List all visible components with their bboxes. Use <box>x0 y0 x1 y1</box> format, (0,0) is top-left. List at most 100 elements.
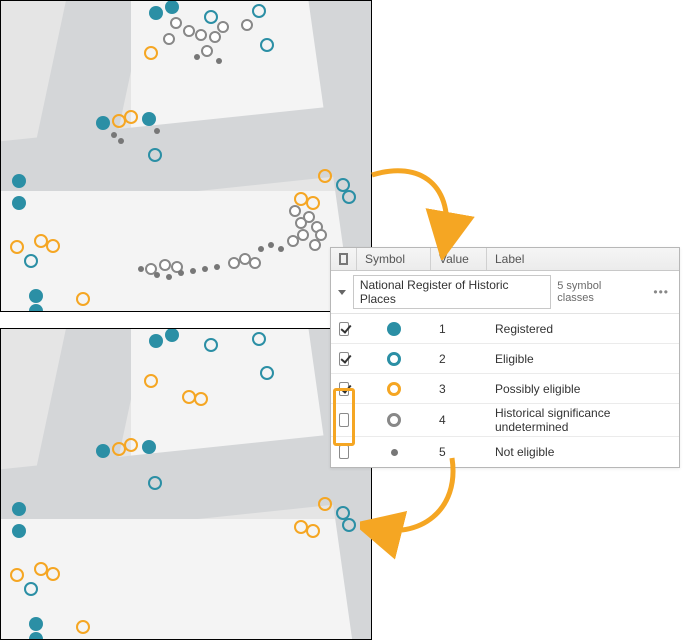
point-undetermined <box>170 17 182 29</box>
point-eligible <box>342 190 356 204</box>
symbol-class-row[interactable]: 4 Historical significance undetermined <box>331 404 679 437</box>
more-options-icon[interactable]: ••• <box>649 285 673 299</box>
map-after[interactable] <box>0 328 372 640</box>
point-undetermined <box>287 235 299 247</box>
header-value[interactable]: Value <box>431 248 487 270</box>
point-possibly-eligible <box>76 620 90 634</box>
point-undetermined <box>209 31 221 43</box>
value-cell[interactable]: 5 <box>431 445 487 459</box>
point-possibly-eligible <box>46 567 60 581</box>
point-registered <box>12 524 26 538</box>
point-not-eligible <box>178 270 184 276</box>
symbol-class-row[interactable]: 2 Eligible <box>331 344 679 374</box>
point-possibly-eligible <box>76 292 90 306</box>
point-possibly-eligible <box>318 169 332 183</box>
point-registered <box>29 304 43 312</box>
point-not-eligible <box>278 246 284 252</box>
label-cell[interactable]: Eligible <box>487 352 679 366</box>
point-possibly-eligible <box>144 46 158 60</box>
point-possibly-eligible <box>10 568 24 582</box>
symbol-class-row[interactable]: 3 Possibly eligible <box>331 374 679 404</box>
point-registered <box>149 6 163 20</box>
point-possibly-eligible <box>306 196 320 210</box>
value-cell[interactable]: 4 <box>431 413 487 427</box>
layer-name-input[interactable]: National Register of Historic Places <box>353 275 551 309</box>
point-registered <box>96 444 110 458</box>
point-undetermined <box>195 29 207 41</box>
point-eligible <box>24 254 38 268</box>
point-not-eligible <box>190 268 196 274</box>
point-possibly-eligible <box>194 392 208 406</box>
point-registered <box>12 502 26 516</box>
point-not-eligible <box>268 242 274 248</box>
point-possibly-eligible <box>46 239 60 253</box>
point-undetermined <box>183 25 195 37</box>
label-cell[interactable]: Registered <box>487 322 679 336</box>
point-undetermined <box>217 21 229 33</box>
point-eligible <box>260 38 274 52</box>
basemap <box>1 1 371 311</box>
visibility-checkbox[interactable] <box>339 352 349 366</box>
point-registered <box>29 289 43 303</box>
arrow-top-to-panel <box>360 150 480 260</box>
point-registered <box>96 116 110 130</box>
point-registered <box>165 0 179 14</box>
layer-title-row: National Register of Historic Places 5 s… <box>331 271 679 314</box>
point-eligible <box>252 4 266 18</box>
point-not-eligible <box>216 58 222 64</box>
header-label[interactable]: Label <box>487 248 679 270</box>
point-undetermined <box>249 257 261 269</box>
point-undetermined <box>163 33 175 45</box>
symbol-swatch-possibly-eligible[interactable] <box>387 382 401 396</box>
visibility-checkbox[interactable] <box>339 445 349 459</box>
point-not-eligible <box>202 266 208 272</box>
map-before[interactable] <box>0 0 372 312</box>
header-visibility[interactable] <box>331 248 357 270</box>
point-possibly-eligible <box>34 234 48 248</box>
point-registered <box>29 632 43 640</box>
visibility-checkbox[interactable] <box>339 322 349 336</box>
visibility-checkbox[interactable] <box>339 382 349 396</box>
point-registered <box>142 440 156 454</box>
point-eligible <box>148 476 162 490</box>
point-eligible <box>204 338 218 352</box>
panel-column-header: Symbol Value Label <box>331 248 679 271</box>
point-possibly-eligible <box>34 562 48 576</box>
point-not-eligible <box>166 274 172 280</box>
point-eligible <box>24 582 38 596</box>
point-not-eligible <box>111 132 117 138</box>
label-cell[interactable]: Possibly eligible <box>487 382 679 396</box>
point-not-eligible <box>118 138 124 144</box>
point-not-eligible <box>194 54 200 60</box>
point-registered <box>12 174 26 188</box>
label-cell[interactable]: Historical significance undetermined <box>487 406 679 434</box>
symbol-swatch-undetermined[interactable] <box>387 413 401 427</box>
point-possibly-eligible <box>10 240 24 254</box>
point-undetermined <box>159 259 171 271</box>
symbol-swatch-registered[interactable] <box>387 322 401 336</box>
point-not-eligible <box>138 266 144 272</box>
symbol-swatch-not-eligible[interactable] <box>391 449 398 456</box>
header-symbol[interactable]: Symbol <box>357 248 431 270</box>
point-possibly-eligible <box>124 438 138 452</box>
value-cell[interactable]: 1 <box>431 322 487 336</box>
point-possibly-eligible <box>144 374 158 388</box>
point-undetermined <box>241 19 253 31</box>
point-eligible <box>260 366 274 380</box>
visibility-checkbox[interactable] <box>339 413 349 427</box>
point-undetermined <box>201 45 213 57</box>
point-registered <box>149 334 163 348</box>
point-eligible <box>342 518 356 532</box>
symbol-class-row[interactable]: 5 Not eligible <box>331 437 679 467</box>
point-registered <box>165 328 179 342</box>
chevron-down-icon[interactable] <box>337 287 347 297</box>
point-undetermined <box>315 229 327 241</box>
label-cell[interactable]: Not eligible <box>487 445 679 459</box>
value-cell[interactable]: 3 <box>431 382 487 396</box>
value-cell[interactable]: 2 <box>431 352 487 366</box>
symbol-class-row[interactable]: 1 Registered <box>331 314 679 344</box>
symbol-class-count: 5 symbol classes <box>557 280 643 304</box>
point-not-eligible <box>214 264 220 270</box>
basemap <box>1 329 371 639</box>
symbol-swatch-eligible[interactable] <box>387 352 401 366</box>
